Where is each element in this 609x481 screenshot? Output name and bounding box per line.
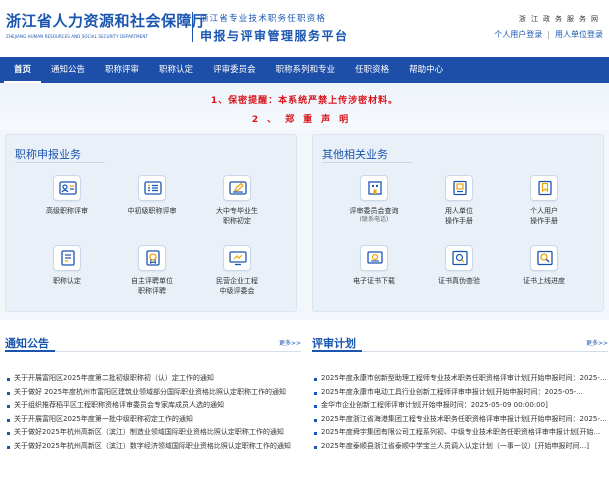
tile-label: 电子证书下载: [353, 277, 395, 285]
nav-qualification[interactable]: 任职资格: [345, 57, 399, 83]
gov-service-link[interactable]: 浙江政务服务网: [494, 14, 603, 24]
plan-list: 2025年度永康市创新型助理工程师专业技术职务任职资格评审计划[开始申报时间：2…: [312, 372, 608, 454]
list-item[interactable]: 关于做好2025年杭州高新区（滨江）制造业领域国际职业资格比照认定职称工作的通知: [5, 426, 301, 440]
tile-label: 评审委员会查询: [349, 207, 399, 215]
personal-login-link[interactable]: 个人用户登录: [494, 30, 542, 39]
tile-personal-manual[interactable]: 个人用户 操作手册: [499, 175, 589, 226]
title-underline: [5, 350, 55, 352]
book-icon: [445, 175, 473, 201]
section-title: 通知公告: [5, 337, 49, 350]
building-icon: [360, 175, 388, 201]
tile-sublabel: (联系电话): [359, 216, 389, 223]
bookmark-icon: [530, 175, 558, 201]
tile-cert-verify[interactable]: 证书真伪查验: [414, 245, 504, 286]
list-item[interactable]: 金华市企业创新工程师评审计划[开始申报时间：2025-05-09 00:00:0…: [312, 399, 608, 413]
list-item[interactable]: 2025年度永康市创新型助理工程师专业技术职务任职资格评审计划[开始申报时间：2…: [312, 372, 608, 386]
tile-label: 民营企业工程: [216, 277, 258, 285]
tile-label: 个人用户: [530, 207, 558, 215]
list-item[interactable]: 2025年度浙江省海港集团工程专业技术职务任职资格评审申报计划[开始申报时间：2…: [312, 413, 608, 427]
tile-private-enterprise[interactable]: 民营企业工程 中级评委会: [192, 245, 282, 296]
panel-title-underline: [15, 162, 105, 163]
review-plan-section: 评审计划 更多>> 2025年度永康市创新型助理工程师专业技术职务任职资格评审计…: [312, 330, 608, 454]
notice-section: 通知公告 更多>> 关于开展富阳区2025年度第二批初级职称初（认）定工作的通知…: [5, 330, 301, 454]
search-icon: [530, 245, 558, 271]
other-business-panel: 其他相关业务 评审委员会查询 (联系电话) 用人单位 操作手册 个人用户 操作手…: [312, 134, 604, 312]
magnify-check-icon: [445, 245, 473, 271]
tile-self-evaluation[interactable]: 自主评聘单位 职称评聘: [107, 245, 197, 296]
nav-notices[interactable]: 通知公告: [41, 57, 95, 83]
tile-mid-junior-review[interactable]: 中初级职称评审: [107, 175, 197, 216]
tile-label: 高级职称评审: [46, 207, 88, 215]
security-notice: 1、保密提醒：本系统严禁上传涉密材料。: [210, 96, 399, 106]
notice-list: 关于开展富阳区2025年度第二批初级职称初（认）定工作的通知 关于做好 2025…: [5, 372, 301, 454]
org-login-link[interactable]: 用人单位登录: [555, 30, 603, 39]
nav-review-committee[interactable]: 评审委员会: [203, 57, 266, 83]
system-name: 浙江省专业技术职务任职资格 申报与评审管理服务平台: [200, 12, 349, 44]
nav-help-center[interactable]: 帮助中心: [399, 57, 453, 83]
tile-label-line2: 中级评委会: [219, 287, 255, 295]
nav-home[interactable]: 首页: [4, 57, 42, 83]
list-item[interactable]: 关于开展富阳区2025年度第二批初级职称初（认）定工作的通知: [5, 372, 301, 386]
tile-label: 自主评聘单位: [131, 277, 173, 285]
section-title: 评审计划: [312, 337, 356, 350]
panel-title: 其他相关业务: [322, 148, 388, 161]
certificate-icon: [360, 245, 388, 271]
monitor-icon: [223, 245, 251, 271]
header-links: 浙江政务服务网 个人用户登录 | 用人单位登录: [494, 14, 603, 40]
nav-title-review[interactable]: 职称评审: [95, 57, 149, 83]
list-item[interactable]: 2025年度舜宇集团有限公司工程系列初、中级专业技术职务任职资格评审申报计划[开…: [312, 426, 608, 440]
business-panels: 职称申报业务 高级职称评审 中初级职称评审 大中专毕业生 职称初定 职称认定 自…: [0, 130, 609, 320]
edit-pencil-icon: [223, 175, 251, 201]
more-link[interactable]: 更多>>: [586, 338, 608, 347]
list-item[interactable]: 2025年度永康市电动工具行业创新工程师评审申报计划[开始申报时间：2025-0…: [312, 386, 608, 400]
list-card-icon: [138, 175, 166, 201]
tile-label-line2: 操作手册: [445, 217, 473, 225]
panel-title-underline: [322, 162, 412, 163]
tile-title-recognition[interactable]: 职称认定: [22, 245, 112, 286]
tile-label-line2: 操作手册: [530, 217, 558, 225]
tile-org-manual[interactable]: 用人单位 操作手册: [414, 175, 504, 226]
title-application-panel: 职称申报业务 高级职称评审 中初级职称评审 大中专毕业生 职称初定 职称认定 自…: [5, 134, 297, 312]
tile-label: 证书上线进度: [523, 277, 565, 285]
login-links: 个人用户登录 | 用人单位登录: [494, 29, 603, 40]
section-header: 评审计划 更多>>: [312, 330, 608, 352]
list-item[interactable]: 关于做好2025年杭州高新区（滨江）数字经济领域国际职业资格比照认定职称工作的通…: [5, 440, 301, 454]
declaration-link[interactable]: 2、郑重声明: [0, 112, 609, 125]
medal-icon: [138, 245, 166, 271]
document-icon: [53, 245, 81, 271]
tile-label: 大中专毕业生: [216, 207, 258, 215]
id-card-icon: [53, 175, 81, 201]
list-item[interactable]: 关于做好 2025年度杭州市富阳区建筑业领域部分国际职业资格比照认定职称工作的通…: [5, 386, 301, 400]
tile-label: 用人单位: [445, 207, 473, 215]
login-separator: |: [547, 30, 550, 39]
nav-title-series[interactable]: 职称系列和专业: [266, 57, 346, 83]
notice-banner: 1、保密提醒：本系统严禁上传涉密材料。 2、郑重声明: [0, 83, 609, 130]
nav-title-recognition[interactable]: 职称认定: [149, 57, 203, 83]
tile-label-line2: 职称初定: [223, 217, 251, 225]
tile-label: 证书真伪查验: [438, 277, 480, 285]
more-link[interactable]: 更多>>: [279, 338, 301, 347]
list-item[interactable]: 关于组织推荐稻平区工程职称资格评审委员会专家库成员人选的通知: [5, 399, 301, 413]
tile-label: 职称认定: [53, 277, 81, 285]
header-divider: [192, 12, 193, 42]
system-name-line2: 申报与评审管理服务平台: [200, 29, 349, 43]
tile-cert-progress[interactable]: 证书上线进度: [499, 245, 589, 286]
tile-label: 中初级职称评审: [127, 207, 177, 215]
tile-committee-query[interactable]: 评审委员会查询 (联系电话): [329, 175, 419, 224]
list-item[interactable]: 关于开展富阳区2025年度第一批中级职称初定工作的通知: [5, 413, 301, 427]
system-name-line1: 浙江省专业技术职务任职资格: [200, 14, 327, 24]
tile-senior-review[interactable]: 高级职称评审: [22, 175, 112, 216]
list-item[interactable]: 2025年度泰顺县浙江省泰顺中学宝兰人员调入认定计划（一事一议）[开始申报时间.…: [312, 440, 608, 454]
title-underline: [312, 350, 362, 352]
tile-ecert-download[interactable]: 电子证书下载: [329, 245, 419, 286]
tile-label-line2: 职称评聘: [138, 287, 166, 295]
department-logo[interactable]: 浙江省人力资源和社会保障厅 ZHEJIANG HUMAN RESOURCES A…: [6, 10, 208, 39]
site-header: 浙江省人力资源和社会保障厅 ZHEJIANG HUMAN RESOURCES A…: [0, 0, 609, 55]
section-header: 通知公告 更多>>: [5, 330, 301, 352]
department-title: 浙江省人力资源和社会保障厅: [6, 12, 208, 30]
main-nav: 首页 通知公告 职称评审 职称认定 评审委员会 职称系列和专业 任职资格 帮助中…: [0, 57, 609, 83]
department-subtitle: ZHEJIANG HUMAN RESOURCES AND SOCIAL SECU…: [6, 34, 148, 39]
panel-title: 职称申报业务: [15, 148, 81, 161]
tile-graduate-initial[interactable]: 大中专毕业生 职称初定: [192, 175, 282, 226]
